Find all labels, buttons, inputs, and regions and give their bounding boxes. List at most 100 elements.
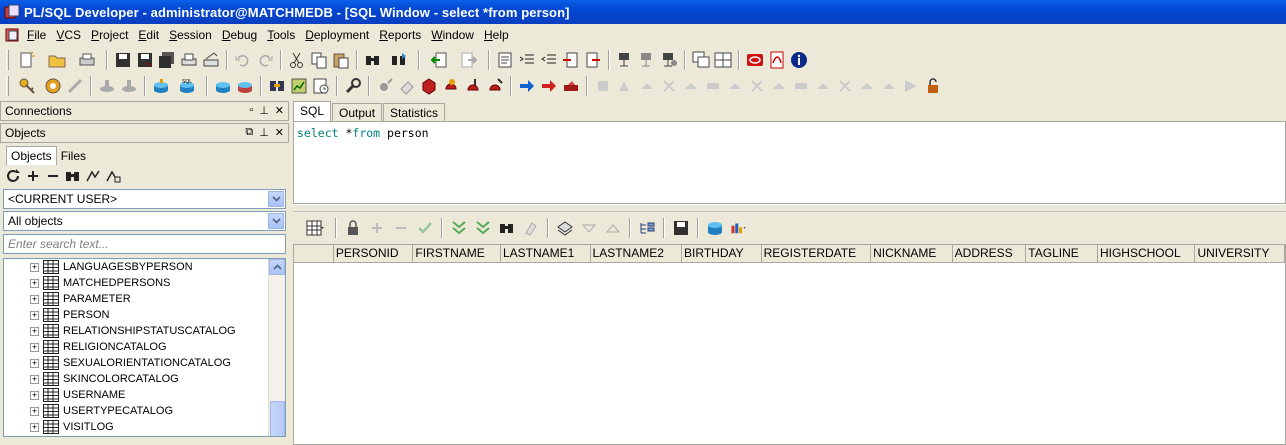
- report-window-icon[interactable]: [288, 75, 310, 97]
- execute-icon[interactable]: [42, 75, 64, 97]
- info-icon[interactable]: [788, 49, 810, 71]
- dbg-step-4-icon[interactable]: [658, 75, 680, 97]
- chevron-down-icon[interactable]: [268, 213, 284, 229]
- print-icon[interactable]: [178, 49, 200, 71]
- user-select[interactable]: <CURRENT USER>: [3, 189, 286, 209]
- grid-column-header[interactable]: FIRSTNAME: [413, 245, 501, 262]
- tab-statistics[interactable]: Statistics: [383, 103, 446, 121]
- grid-column-header[interactable]: HIGHSCHOOL: [1098, 245, 1196, 262]
- tree-item[interactable]: + USERTYPECATALOG: [4, 403, 285, 419]
- red-into-icon[interactable]: [462, 75, 484, 97]
- forward-icon[interactable]: [454, 49, 484, 71]
- grid-column-header[interactable]: LASTNAME1: [501, 245, 591, 262]
- chevron-down-icon[interactable]: [268, 191, 284, 207]
- filter-icon[interactable]: [84, 167, 102, 185]
- pin-icon[interactable]: ⊥: [259, 126, 269, 139]
- menu-deployment[interactable]: Deployment: [300, 24, 374, 46]
- open-icon[interactable]: [42, 49, 72, 71]
- stop-icon[interactable]: [560, 75, 582, 97]
- pdf-icon[interactable]: [766, 49, 788, 71]
- save-as-icon[interactable]: [134, 49, 156, 71]
- unindent-icon[interactable]: [538, 49, 560, 71]
- menu-debug[interactable]: Debug: [217, 24, 262, 46]
- undo-icon[interactable]: [232, 49, 254, 71]
- toolbar-grip[interactable]: [6, 50, 9, 70]
- tree-item[interactable]: + USERNAME: [4, 387, 285, 403]
- new-icon[interactable]: [12, 49, 42, 71]
- close-icon[interactable]: ✕: [275, 126, 284, 139]
- save-results-icon[interactable]: [669, 216, 693, 240]
- dbg-step-10-icon[interactable]: [790, 75, 812, 97]
- connections-header[interactable]: Connections ▫ ⊥ ✕: [0, 101, 289, 121]
- expand-icon[interactable]: +: [30, 422, 39, 432]
- connect-icon[interactable]: [614, 49, 636, 71]
- redo-icon[interactable]: [254, 49, 276, 71]
- tree-item[interactable]: + VISITLOG: [4, 419, 285, 435]
- cut-icon[interactable]: [286, 49, 308, 71]
- dbg-lock-icon[interactable]: [922, 75, 944, 97]
- dbg-step-15-icon[interactable]: [900, 75, 922, 97]
- red-out-icon[interactable]: [484, 75, 506, 97]
- dbg-step-1-icon[interactable]: [592, 75, 614, 97]
- query-find-icon[interactable]: [495, 216, 519, 240]
- grid-column-header[interactable]: REGISTERDATE: [762, 245, 872, 262]
- logon-icon[interactable]: [658, 49, 680, 71]
- expand-icon[interactable]: +: [30, 342, 39, 352]
- fetch-last-icon[interactable]: [471, 216, 495, 240]
- tree-item[interactable]: + SEXUALORIENTATIONCATALOG: [4, 355, 285, 371]
- query-db-icon[interactable]: [703, 216, 727, 240]
- break-icon[interactable]: [64, 75, 86, 97]
- objects-header[interactable]: Objects ⧉ ⊥ ✕: [0, 123, 289, 143]
- debug-start-icon[interactable]: [374, 75, 396, 97]
- grid-column-header[interactable]: BIRTHDAY: [682, 245, 762, 262]
- single-record-view-icon[interactable]: [635, 216, 659, 240]
- scroll-thumb[interactable]: [270, 401, 285, 436]
- menu-tools[interactable]: Tools: [262, 24, 300, 46]
- lowercase-icon[interactable]: [582, 49, 604, 71]
- grid-view-icon[interactable]: [299, 216, 331, 240]
- menu-help[interactable]: Help: [479, 24, 514, 46]
- print-setup-icon[interactable]: [72, 49, 102, 71]
- search-input[interactable]: Enter search text...: [3, 234, 286, 254]
- delete-record-icon[interactable]: [389, 216, 413, 240]
- restore-icon[interactable]: ▫: [249, 104, 253, 117]
- dbg-step-14-icon[interactable]: [878, 75, 900, 97]
- eraser-icon[interactable]: [396, 75, 418, 97]
- tree-item[interactable]: + MATCHEDPERSONS: [4, 275, 285, 291]
- windows-list-icon[interactable]: [690, 49, 712, 71]
- window-menu-icon[interactable]: [4, 27, 20, 43]
- grid-column-header[interactable]: UNIVERSITY: [1195, 245, 1285, 262]
- print-preview-icon[interactable]: [200, 49, 222, 71]
- dbg-step-2-icon[interactable]: [614, 75, 636, 97]
- sql-db-icon[interactable]: [150, 75, 172, 97]
- schedule-icon[interactable]: [310, 75, 332, 97]
- tree-item[interactable]: + LANGUAGESBYPERSON: [4, 259, 285, 275]
- find-next-icon[interactable]: [384, 49, 414, 71]
- result-grid[interactable]: PERSONID FIRSTNAME LASTNAME1 LASTNAME2 BIRTH…: [293, 244, 1286, 445]
- tab-sql[interactable]: SQL: [293, 101, 332, 121]
- arrow-right-red-icon[interactable]: [538, 75, 560, 97]
- grid-column-header[interactable]: LASTNAME2: [591, 245, 683, 262]
- remove-icon[interactable]: [44, 167, 62, 185]
- scroll-up-icon[interactable]: [269, 259, 285, 275]
- dbg-step-6-icon[interactable]: [702, 75, 724, 97]
- insert-record-icon[interactable]: [365, 216, 389, 240]
- paste-icon[interactable]: [330, 49, 352, 71]
- filter-edit-icon[interactable]: [104, 167, 122, 185]
- expand-icon[interactable]: +: [30, 406, 39, 416]
- close-icon[interactable]: ✕: [275, 104, 284, 117]
- sort-down-icon[interactable]: [577, 216, 601, 240]
- grid-column-header[interactable]: ADDRESS: [953, 245, 1027, 262]
- red-object-icon[interactable]: [418, 75, 440, 97]
- grid-column-header[interactable]: TAGLINE: [1026, 245, 1098, 262]
- expand-icon[interactable]: +: [30, 326, 39, 336]
- expand-icon[interactable]: +: [30, 390, 39, 400]
- save-icon[interactable]: [112, 49, 134, 71]
- post-changes-icon[interactable]: [413, 216, 437, 240]
- expand-icon[interactable]: +: [30, 374, 39, 384]
- dbg-step-13-icon[interactable]: [856, 75, 878, 97]
- menu-project[interactable]: Project: [86, 24, 133, 46]
- menu-window[interactable]: Window: [426, 24, 479, 46]
- dbg-step-5-icon[interactable]: [680, 75, 702, 97]
- command-window-icon[interactable]: [212, 75, 234, 97]
